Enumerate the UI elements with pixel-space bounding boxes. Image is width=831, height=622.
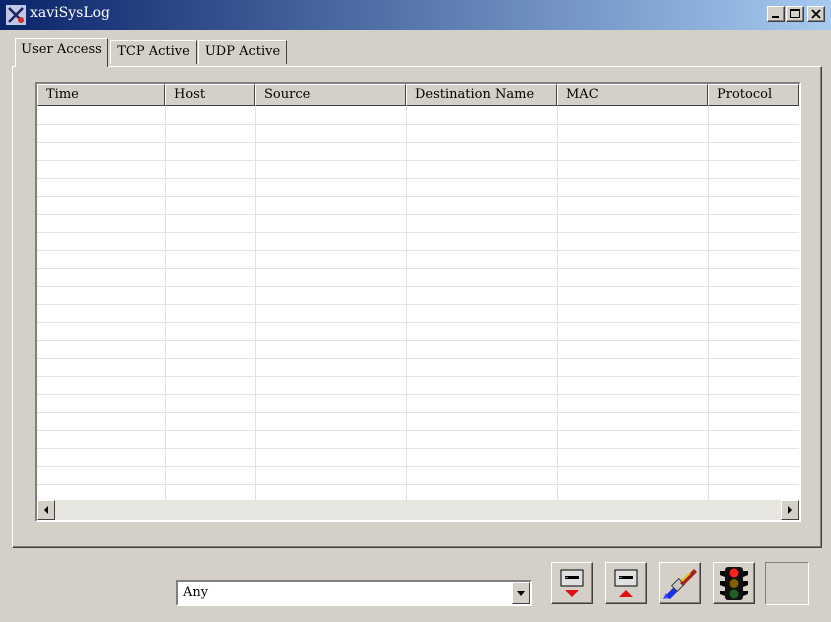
grid-row-line	[37, 412, 799, 413]
move-down-button[interactable]	[551, 562, 593, 604]
app-icon	[6, 5, 26, 25]
status-indicator	[765, 562, 809, 605]
column-header-mac[interactable]: MAC	[557, 84, 708, 106]
grid-row-line	[37, 340, 799, 341]
column-header-destination-name[interactable]: Destination Name	[406, 84, 557, 106]
traffic-light-icon	[720, 567, 748, 600]
grid-row-line	[37, 466, 799, 467]
tab-user-access[interactable]: User Access	[15, 38, 108, 67]
minimize-button[interactable]	[767, 6, 785, 22]
tab-panel-user-access: Time Host Source Destination Name MAC Pr…	[12, 66, 822, 548]
grid-row-line	[37, 160, 799, 161]
grid-row-line	[37, 124, 799, 125]
grid-row-line	[37, 430, 799, 431]
grid-row-line	[37, 214, 799, 215]
log-list-view[interactable]: Time Host Source Destination Name MAC Pr…	[35, 82, 801, 522]
move-down-icon	[560, 569, 584, 597]
grid-row-line	[37, 142, 799, 143]
close-button[interactable]	[807, 6, 825, 22]
list-body	[37, 106, 799, 500]
clear-log-button[interactable]	[659, 562, 701, 604]
grid-column-line	[708, 106, 709, 500]
grid-row-line	[37, 484, 799, 485]
grid-row-line	[37, 286, 799, 287]
filter-dropdown-button[interactable]	[512, 582, 530, 604]
grid-row-line	[37, 250, 799, 251]
list-header: Time Host Source Destination Name MAC Pr…	[37, 84, 799, 106]
grid-column-line	[557, 106, 558, 500]
maximize-icon	[790, 9, 800, 18]
column-header-source[interactable]: Source	[255, 84, 406, 106]
brush-clear-icon	[663, 569, 697, 599]
grid-column-line	[255, 106, 256, 500]
arrow-right-icon	[788, 506, 792, 514]
minimize-icon	[772, 16, 779, 18]
filter-selected-value: Any	[183, 585, 209, 600]
tab-tcp-active[interactable]: TCP Active	[110, 40, 197, 64]
grid-row-line	[37, 196, 799, 197]
grid-row-line	[37, 178, 799, 179]
column-header-protocol[interactable]: Protocol	[708, 84, 799, 106]
window-controls	[766, 6, 825, 22]
close-icon	[811, 9, 821, 19]
start-stop-button[interactable]	[713, 562, 755, 604]
title-bar[interactable]: xaviSysLog	[0, 0, 831, 30]
column-header-time[interactable]: Time	[37, 84, 165, 106]
scroll-right-button[interactable]	[781, 500, 799, 520]
grid-row-line	[37, 268, 799, 269]
tab-udp-active[interactable]: UDP Active	[198, 40, 287, 64]
move-up-button[interactable]	[605, 562, 647, 604]
grid-row-line	[37, 376, 799, 377]
arrow-left-icon	[44, 506, 48, 514]
grid-row-line	[37, 232, 799, 233]
grid-row-line	[37, 304, 799, 305]
grid-row-line	[37, 358, 799, 359]
grid-column-line	[406, 106, 407, 500]
grid-row-line	[37, 448, 799, 449]
grid-row-line	[37, 394, 799, 395]
chevron-down-icon	[517, 591, 525, 596]
column-header-host[interactable]: Host	[165, 84, 255, 106]
grid-column-line	[165, 106, 166, 500]
scroll-left-button[interactable]	[37, 500, 55, 520]
window-title: xaviSysLog	[30, 5, 111, 21]
maximize-button[interactable]	[786, 6, 804, 22]
app-window: xaviSysLog User Access TCP Active UDP Ac…	[0, 0, 831, 622]
horizontal-scrollbar[interactable]	[37, 500, 799, 520]
move-up-icon	[614, 569, 638, 597]
grid-row-line	[37, 322, 799, 323]
filter-combobox[interactable]: Any	[176, 580, 532, 606]
